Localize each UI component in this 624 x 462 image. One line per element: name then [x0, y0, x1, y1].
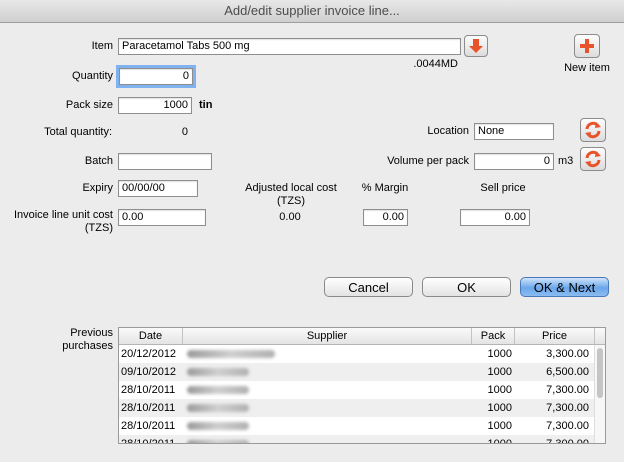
location-field[interactable]: None [474, 123, 554, 140]
margin-label: % Margin [361, 182, 409, 194]
adjusted-cost-label: Adjusted local cost [245, 182, 337, 194]
location-refresh-button[interactable] [580, 118, 606, 142]
volume-per-pack-field[interactable]: 0 [474, 153, 554, 170]
row-date: 28/10/2011 [121, 420, 176, 432]
pack-size-label: Pack size [65, 99, 113, 111]
row-price: 7,300.00 [546, 402, 589, 414]
invoice-unit-cost-label: Invoice line unit cost [13, 209, 113, 221]
table-header: Date Supplier Pack Price [119, 328, 605, 345]
item-field[interactable]: Paracetamol Tabs 500 mg [118, 38, 461, 55]
volume-unit: m3 [558, 155, 574, 167]
supplier-redacted [187, 422, 249, 430]
adjusted-cost-currency: (TZS) [276, 195, 306, 207]
ok-button[interactable]: OK [422, 277, 511, 297]
row-pack: 1000 [487, 366, 512, 378]
row-price: 3,300.00 [546, 348, 589, 360]
column-date[interactable]: Date [119, 328, 183, 344]
sell-price-label: Sell price [480, 182, 526, 194]
row-pack: 1000 [487, 420, 512, 432]
row-date: 20/12/2012 [121, 348, 177, 360]
new-item-button[interactable] [574, 34, 600, 58]
new-item-label: New item [564, 62, 610, 74]
batch-field[interactable] [118, 153, 212, 170]
column-price[interactable]: Price [515, 328, 595, 344]
table-row[interactable]: 28/10/2011 1000 7,300.00 [119, 399, 595, 417]
invoice-unit-cost-field[interactable]: 0.00 [118, 209, 206, 226]
row-date: 28/10/2011 [121, 402, 176, 414]
table-row[interactable]: 28/10/2011 1000 7,300.00 [119, 381, 595, 399]
row-pack: 1000 [487, 402, 512, 414]
invoice-unit-cost-currency: (TZS) [84, 222, 113, 234]
supplier-redacted [187, 350, 275, 358]
column-pack[interactable]: Pack [472, 328, 515, 344]
refresh-icon [585, 121, 601, 139]
supplier-redacted [187, 440, 249, 443]
volume-per-pack-label: Volume per pack [387, 155, 469, 167]
invoice-line-dialog: Add/edit supplier invoice line... Item P… [0, 0, 624, 462]
batch-label: Batch [84, 155, 113, 167]
table-row[interactable]: 20/12/2012 1000 3,300.00 [119, 345, 595, 363]
row-pack: 1000 [487, 348, 512, 360]
table-scrollbar[interactable] [594, 345, 605, 443]
row-date: 28/10/2011 [121, 384, 176, 396]
table-row[interactable]: 28/10/2011 1000 7,300.00 [119, 417, 595, 435]
pack-size-unit: tin [199, 99, 213, 111]
down-arrow-icon [469, 39, 483, 53]
window-title: Add/edit supplier invoice line... [0, 0, 624, 23]
item-lookup-button[interactable] [464, 35, 488, 57]
margin-field[interactable]: 0.00 [363, 209, 408, 226]
total-quantity-value: 0 [181, 126, 188, 138]
refresh-icon [585, 150, 601, 168]
supplier-redacted [187, 386, 249, 394]
location-label: Location [427, 125, 469, 137]
item-code: .0044MD [413, 58, 458, 70]
row-price: 7,300.00 [546, 420, 589, 432]
row-price: 7,300.00 [546, 384, 589, 396]
previous-purchases-label: Previous [70, 327, 113, 339]
column-supplier[interactable]: Supplier [183, 328, 472, 344]
sell-price-field[interactable]: 0.00 [460, 209, 530, 226]
total-quantity-label: Total quantity: [44, 126, 112, 138]
row-pack: 1000 [487, 384, 512, 396]
supplier-redacted [187, 404, 249, 412]
item-label: Item [91, 40, 113, 52]
table-row[interactable]: 28/10/2011 1000 7,300.00 [119, 435, 595, 444]
ok-next-button[interactable]: OK & Next [520, 277, 609, 297]
cancel-button[interactable]: Cancel [324, 277, 413, 297]
pack-size-field[interactable]: 1000 [118, 97, 192, 114]
expiry-field[interactable]: 00/00/00 [118, 180, 198, 197]
table-row[interactable]: 09/10/2012 1000 6,500.00 [119, 363, 595, 381]
scrollbar-thumb[interactable] [597, 348, 603, 398]
row-price: 6,500.00 [546, 366, 589, 378]
previous-purchases-label-2: purchases [62, 340, 113, 352]
adjusted-cost-value: 0.00 [279, 211, 301, 223]
quantity-field[interactable]: 0 [116, 65, 196, 88]
row-pack: 1000 [487, 438, 512, 444]
expiry-label: Expiry [82, 182, 113, 194]
row-price: 7,300.00 [546, 438, 589, 444]
previous-purchases-table[interactable]: Date Supplier Pack Price 20/12/2012 1000… [118, 327, 606, 444]
volume-refresh-button[interactable] [580, 147, 606, 171]
row-date: 09/10/2012 [121, 366, 177, 378]
add-plus-icon [580, 39, 594, 53]
supplier-redacted [187, 368, 249, 376]
row-date: 28/10/2011 [121, 438, 176, 444]
quantity-label: Quantity [72, 70, 113, 82]
